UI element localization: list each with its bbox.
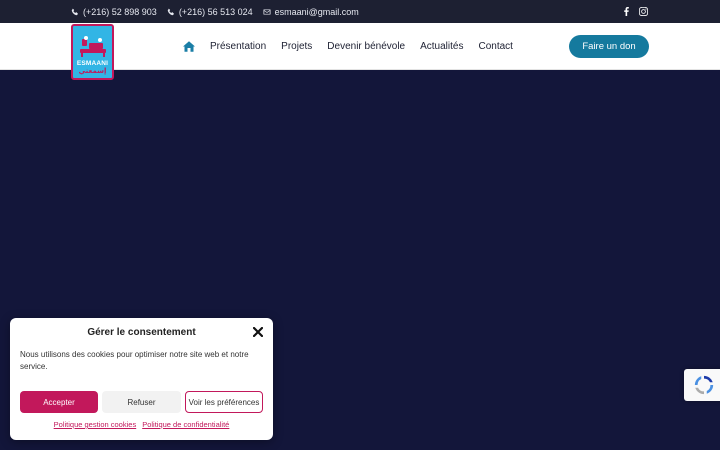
cookie-consent-dialog: Gérer le consentement Nous utilisons des… xyxy=(10,318,273,440)
phone-number-2: (+216) 56 513 024 xyxy=(178,6,253,17)
instagram-icon[interactable] xyxy=(639,7,648,16)
main-navigation: Présentation Projets Devenir bénévole Ac… xyxy=(183,23,513,70)
email-link[interactable]: esmaani@gmail.com xyxy=(263,7,359,17)
social-links xyxy=(622,0,648,23)
preferences-button[interactable]: Voir les préférences xyxy=(185,391,263,413)
nav-item-presentation[interactable]: Présentation xyxy=(210,41,266,52)
privacy-policy-link[interactable]: Politique de confidentialité xyxy=(142,420,229,429)
consent-links: Politique gestion cookies Politique de c… xyxy=(10,420,273,429)
phone-link-2[interactable]: (+216) 56 513 024 xyxy=(167,7,253,17)
recaptcha-badge[interactable] xyxy=(684,369,720,401)
email-address: esmaani@gmail.com xyxy=(274,6,359,17)
phone-number-1: (+216) 52 898 903 xyxy=(83,6,157,17)
facebook-icon[interactable] xyxy=(622,7,631,16)
contact-info: (+216) 52 898 903 (+216) 56 513 024 esma… xyxy=(71,0,365,23)
consent-title: Gérer le consentement xyxy=(87,327,196,338)
cookie-policy-link[interactable]: Politique gestion cookies xyxy=(54,420,137,429)
home-icon xyxy=(183,41,195,52)
nav-item-actualites[interactable]: Actualités xyxy=(420,41,463,52)
site-header: ESMAANI إسمعني Présentation Projets Deve… xyxy=(0,23,720,80)
logo-text: ESMAANI xyxy=(76,59,109,67)
recaptcha-icon xyxy=(694,375,714,395)
nav-home[interactable] xyxy=(183,41,195,52)
nav-item-projets[interactable]: Projets xyxy=(281,41,312,52)
donate-button[interactable]: Faire un don xyxy=(569,35,649,58)
phone-icon xyxy=(167,8,174,15)
phone-icon xyxy=(71,8,78,15)
refuse-button[interactable]: Refuser xyxy=(102,391,181,413)
nav-item-contact[interactable]: Contact xyxy=(478,41,512,52)
nav-item-devenir-benevole[interactable]: Devenir bénévole xyxy=(327,41,405,52)
phone-link-1[interactable]: (+216) 52 898 903 xyxy=(71,7,157,17)
envelope-icon xyxy=(263,9,271,14)
accept-button[interactable]: Accepter xyxy=(20,391,98,413)
consent-close-button[interactable] xyxy=(251,325,265,339)
logo-illustration-icon xyxy=(79,35,106,57)
consent-message: Nous utilisons des cookies pour optimise… xyxy=(20,350,249,371)
close-icon xyxy=(253,327,263,337)
top-contact-bar: (+216) 52 898 903 (+216) 56 513 024 esma… xyxy=(0,0,720,23)
